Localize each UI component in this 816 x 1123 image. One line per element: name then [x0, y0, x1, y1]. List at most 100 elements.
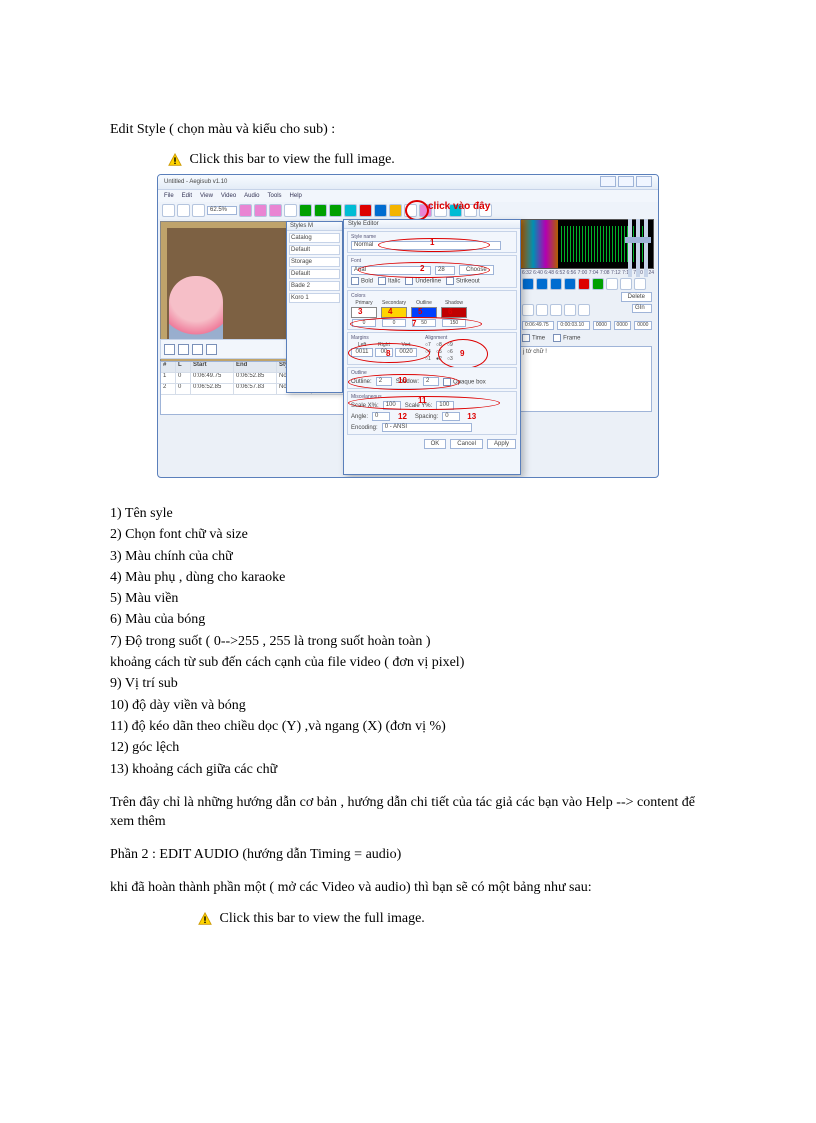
- align-3[interactable]: ○3: [447, 356, 457, 362]
- secondary-color-swatch[interactable]: [381, 307, 407, 318]
- volume-sliders[interactable]: [628, 219, 652, 279]
- toolbar-icon[interactable]: [374, 204, 387, 217]
- menu-video[interactable]: Video: [221, 193, 236, 199]
- toolbar-icon[interactable]: [162, 204, 175, 217]
- toolbar-icon[interactable]: [299, 204, 312, 217]
- encoding-input[interactable]: 0 - ANSI: [382, 423, 472, 432]
- menu-tools[interactable]: Tools: [268, 193, 282, 199]
- toolbar-icon[interactable]: [239, 204, 252, 217]
- list-item[interactable]: Bade 2: [289, 281, 340, 291]
- audio-btn[interactable]: [620, 278, 632, 290]
- audio-btn[interactable]: [578, 304, 590, 316]
- margin-vert-input[interactable]: 0020: [395, 348, 417, 357]
- audio-btn[interactable]: [564, 304, 576, 316]
- align-7[interactable]: ○7: [425, 342, 435, 348]
- subtitle-text-input[interactable]: j tớ chữ !: [520, 346, 652, 412]
- font-name-input[interactable]: Arial: [351, 266, 431, 275]
- margin-right-input[interactable]: 00: [375, 348, 393, 357]
- menu-view[interactable]: View: [200, 193, 213, 199]
- align-6[interactable]: ○6: [447, 349, 457, 355]
- audio-btn[interactable]: [550, 304, 562, 316]
- toolbar-icon[interactable]: [269, 204, 282, 217]
- control-icon[interactable]: [206, 344, 217, 355]
- toolbar-icon[interactable]: [329, 204, 342, 217]
- slider[interactable]: [628, 219, 632, 277]
- angle-input[interactable]: 0: [372, 412, 390, 421]
- primary-alpha-input[interactable]: 0: [352, 319, 376, 327]
- menu-help[interactable]: Help: [290, 193, 302, 199]
- margin-left-input[interactable]: 0011: [351, 348, 373, 357]
- audio-btn[interactable]: [564, 278, 576, 290]
- slider[interactable]: [644, 219, 648, 277]
- outline-width-input[interactable]: 2: [376, 377, 392, 386]
- toolbar-icon[interactable]: [177, 204, 190, 217]
- gin-input[interactable]: GIn: [632, 304, 652, 313]
- toolbar[interactable]: 62.5% click vào đây: [158, 202, 658, 219]
- audio-btn[interactable]: [578, 278, 590, 290]
- align-5[interactable]: ○5: [436, 349, 446, 355]
- toolbar-icon[interactable]: [284, 204, 297, 217]
- align-4[interactable]: ○4: [425, 349, 435, 355]
- toolbar-icon[interactable]: [314, 204, 327, 217]
- secondary-alpha-input[interactable]: 0: [382, 319, 406, 327]
- menu-file[interactable]: File: [164, 193, 174, 199]
- italic-checkbox[interactable]: Italic: [378, 277, 400, 285]
- time-start-input[interactable]: 0:06:49.75: [522, 321, 554, 330]
- audio-btn[interactable]: [522, 278, 534, 290]
- slider[interactable]: [636, 219, 640, 277]
- align-1[interactable]: ○1: [425, 356, 435, 362]
- audio-btn[interactable]: [634, 278, 646, 290]
- click-bar-notice-2[interactable]: Click this bar to view the full image.: [198, 911, 706, 927]
- click-bar-notice[interactable]: Click this bar to view the full image.: [168, 152, 706, 168]
- audio-btn[interactable]: [606, 278, 618, 290]
- toolbar-icon[interactable]: [344, 204, 357, 217]
- toolbar-icon[interactable]: [192, 204, 205, 217]
- stop-icon[interactable]: [192, 344, 203, 355]
- margin-input-2[interactable]: 0000: [614, 321, 632, 330]
- shadow-alpha-input[interactable]: 150: [442, 319, 466, 327]
- align-2[interactable]: ●2: [436, 356, 446, 362]
- time-dur-input[interactable]: 0:00:03.10: [557, 321, 589, 330]
- shadow-color-swatch[interactable]: [441, 307, 467, 318]
- ok-button[interactable]: OK: [424, 439, 447, 449]
- scalex-input[interactable]: 100: [383, 401, 401, 410]
- font-size-input[interactable]: 28: [435, 266, 455, 275]
- list-item[interactable]: Koro 1: [289, 293, 340, 303]
- sm-default[interactable]: Default: [289, 245, 340, 255]
- zoom-input[interactable]: 62.5%: [207, 206, 237, 215]
- choose-font-button[interactable]: Choose: [459, 265, 494, 275]
- primary-color-swatch[interactable]: [351, 307, 377, 318]
- outline-color-swatch[interactable]: [411, 307, 437, 318]
- margin-input-1[interactable]: 0000: [593, 321, 611, 330]
- toolbar-icon[interactable]: [404, 204, 417, 217]
- strikeout-checkbox[interactable]: Strikeout: [446, 277, 480, 285]
- delete-button[interactable]: Delete: [621, 292, 652, 302]
- scaley-input[interactable]: 100: [436, 401, 454, 410]
- window-buttons[interactable]: [598, 176, 652, 189]
- bold-checkbox[interactable]: Bold: [351, 277, 373, 285]
- play-icon[interactable]: [164, 344, 175, 355]
- audio-btn[interactable]: [536, 304, 548, 316]
- style-name-input[interactable]: Normal: [351, 241, 501, 250]
- list-item[interactable]: Default: [289, 269, 340, 279]
- menu-bar[interactable]: File Edit View Video Audio Tools Help: [158, 190, 658, 202]
- align-8[interactable]: ○8: [436, 342, 446, 348]
- menu-edit[interactable]: Edit: [182, 193, 192, 199]
- toolbar-icon[interactable]: [389, 204, 402, 217]
- audio-toolbar[interactable]: Delete: [520, 277, 654, 303]
- toolbar-icon[interactable]: [254, 204, 267, 217]
- audio-btn[interactable]: [550, 278, 562, 290]
- align-9[interactable]: ○9: [447, 342, 457, 348]
- opaque-box-checkbox[interactable]: Opaque box: [443, 378, 486, 386]
- cancel-button[interactable]: Cancel: [450, 439, 483, 449]
- audio-btn[interactable]: [536, 278, 548, 290]
- pause-icon[interactable]: [178, 344, 189, 355]
- margin-input-3[interactable]: 0000: [634, 321, 652, 330]
- spacing-input[interactable]: 0: [442, 412, 460, 421]
- radio-time[interactable]: Time: [522, 334, 545, 342]
- video-controls[interactable]: [160, 339, 305, 359]
- menu-audio[interactable]: Audio: [244, 193, 259, 199]
- radio-frame[interactable]: Frame: [553, 334, 580, 342]
- audio-btn[interactable]: [522, 304, 534, 316]
- audio-btn[interactable]: [592, 278, 604, 290]
